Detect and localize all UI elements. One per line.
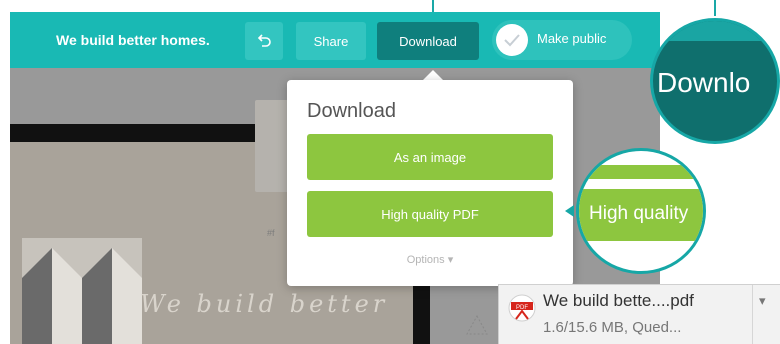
resize-icon xyxy=(466,314,488,335)
callout-line-right xyxy=(714,0,716,16)
zoom-bar xyxy=(653,21,777,41)
design-tag-text: #f xyxy=(267,228,275,238)
undo-button[interactable] xyxy=(245,22,283,60)
zoom-pdf-text: High quality xyxy=(589,203,689,224)
design-headline: We build better xyxy=(140,290,389,318)
make-public-label: Make public xyxy=(537,31,607,46)
callout-pointer xyxy=(565,205,574,217)
popup-title: Download xyxy=(307,100,396,122)
zoom-callout-pdf: High quality xyxy=(576,148,706,274)
zoom-callout-download: Downlo xyxy=(650,18,780,144)
pdf-icon: PDF xyxy=(508,294,536,322)
pdf-button[interactable]: High quality PDF xyxy=(307,191,553,237)
download-separator xyxy=(752,285,753,344)
chevron-down-icon[interactable]: ▾ xyxy=(759,293,766,309)
zoom-green-strip xyxy=(579,165,703,179)
make-public-toggle[interactable]: Make public xyxy=(492,20,632,60)
options-link[interactable]: Options ▾ xyxy=(287,253,573,266)
toggle-knob xyxy=(496,24,528,56)
design-title[interactable]: We build better homes. xyxy=(56,32,210,48)
screenshot: We build better homes. Share Download Ma… xyxy=(0,0,780,344)
pillow-graphic xyxy=(22,238,142,344)
download-status: 1.6/15.6 MB, Qued... xyxy=(543,319,682,336)
download-file-name: We build bette....pdf xyxy=(543,291,694,310)
download-button[interactable]: Download xyxy=(377,22,479,60)
download-popup: Download As an image High quality PDF Op… xyxy=(287,80,573,286)
zoom-download-text: Downlo xyxy=(657,67,751,98)
browser-download-item[interactable]: PDF We build bette....pdf 1.6/15.6 MB, Q… xyxy=(498,284,780,344)
as-image-button[interactable]: As an image xyxy=(307,134,553,180)
check-icon xyxy=(504,34,520,47)
share-button[interactable]: Share xyxy=(296,22,366,60)
undo-icon xyxy=(257,34,271,47)
